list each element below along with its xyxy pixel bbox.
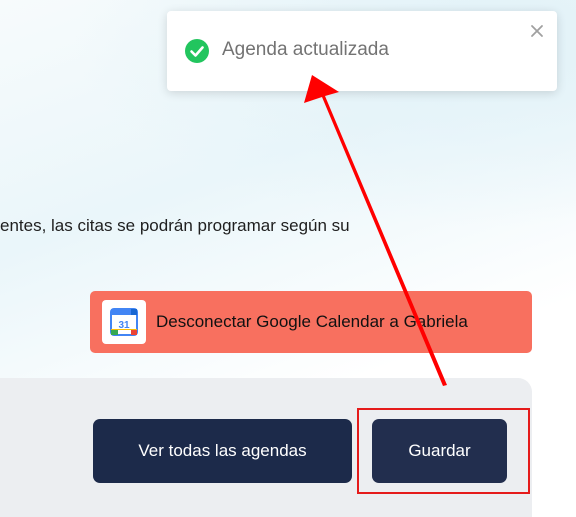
annotation-arrow bbox=[304, 75, 447, 386]
